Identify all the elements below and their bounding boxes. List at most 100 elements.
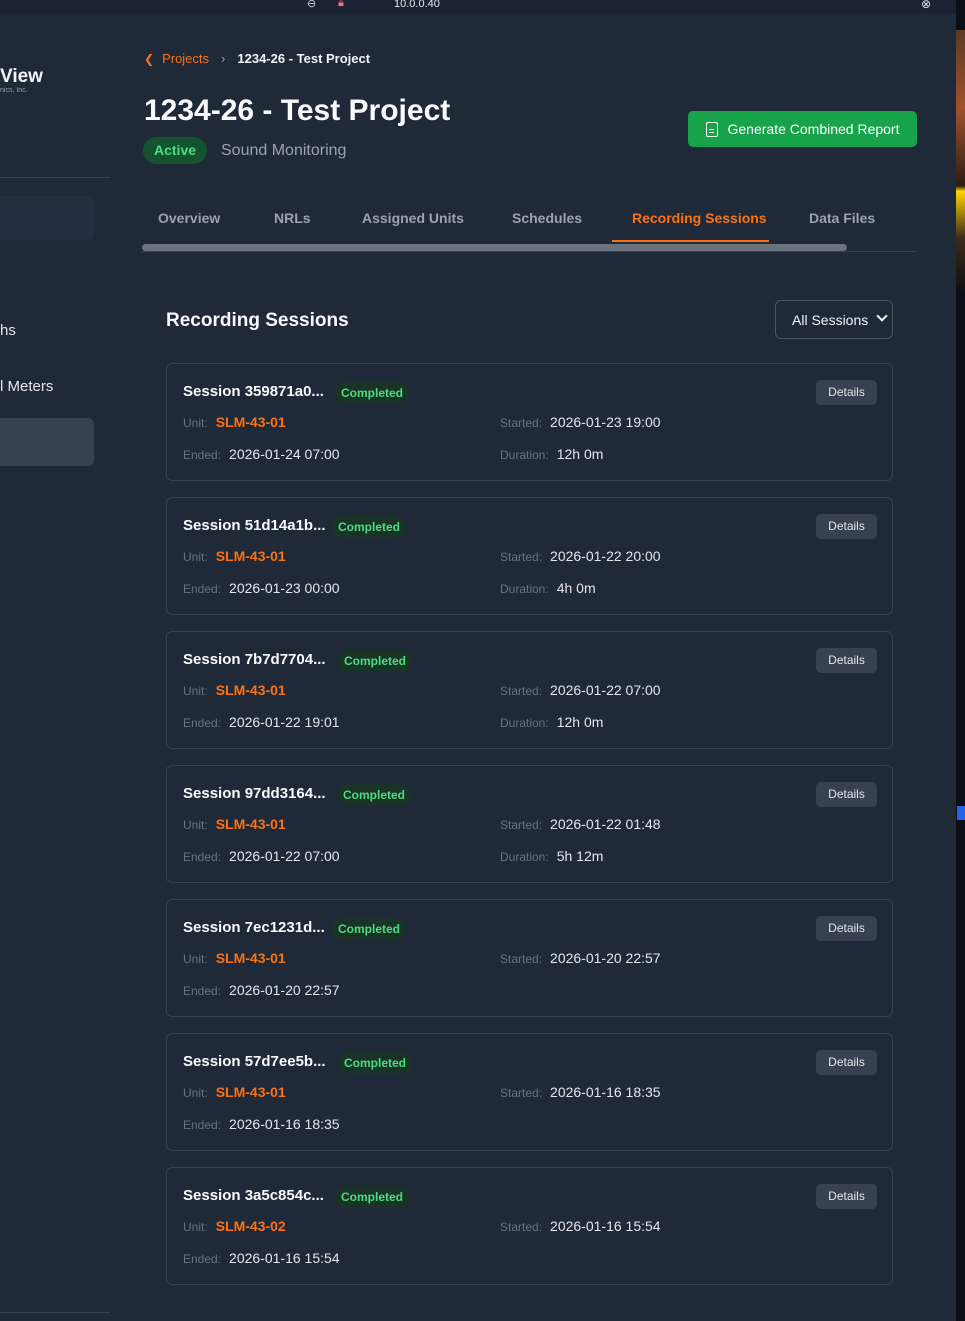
ended-label: Ended: [183,1252,222,1266]
section-title: Recording Sessions [166,310,349,331]
address-text[interactable]: 10.0.0.40 [394,0,440,10]
active-tab-indicator [612,240,769,242]
session-status-badge: Completed [335,1186,410,1208]
sidebar-item-sound-level-meters[interactable]: l Meters [0,378,53,395]
session-card: Session 97dd3164... Completed Details Un… [166,765,893,883]
session-status-badge: Completed [338,650,413,672]
started-value: 2026-01-22 20:00 [550,548,661,564]
brand-logo[interactable]: View [0,66,43,88]
session-title: Session 7b7d7704... [183,651,326,668]
tab-schedules[interactable]: Schedules [512,210,582,226]
unit-link[interactable]: SLM-43-01 [216,682,286,698]
duration-label: Duration: [500,716,549,730]
details-button[interactable]: Details [816,514,877,539]
duration-field: Duration: 12h 0m [500,714,603,730]
details-button[interactable]: Details [816,380,877,405]
main-content: ❮ Projects › 1234-26 - Test Project 1234… [110,14,956,1321]
session-status-badge: Completed [332,918,407,940]
started-value: 2026-01-23 19:00 [550,414,661,430]
session-title: Session 359871a0... [183,383,324,400]
breadcrumb-projects-link[interactable]: Projects [162,51,209,66]
details-button[interactable]: Details [816,648,877,673]
ended-value: 2026-01-20 22:57 [229,982,340,998]
unit-field: Unit: SLM-43-02 [183,1218,286,1234]
tab-nrls[interactable]: NRLs [274,210,311,226]
duration-field: Duration: 5h 12m [500,848,603,864]
started-label: Started: [500,1220,543,1234]
started-label: Started: [500,952,543,966]
ended-field: Ended: 2026-01-16 15:54 [183,1250,340,1266]
lock-icon[interactable]: 🔒︎ [338,0,344,10]
session-card: Session 7ec1231d... Completed Details Un… [166,899,893,1017]
unit-link[interactable]: SLM-43-01 [216,414,286,430]
details-button[interactable]: Details [816,1184,877,1209]
recording-sessions-panel: Recording Sessions All Sessions Session … [142,276,913,1308]
unit-link[interactable]: SLM-43-01 [216,816,286,832]
session-card: Session 7b7d7704... Completed Details Un… [166,631,893,749]
chevron-down-icon [876,310,888,322]
tab-assigned-units[interactable]: Assigned Units [362,210,464,226]
duration-field: Duration: 12h 0m [500,446,603,462]
session-title: Session 51d14a1b... [183,517,326,534]
ended-value: 2026-01-22 19:01 [229,714,340,730]
details-button[interactable]: Details [816,782,877,807]
session-card: Session 359871a0... Completed Details Un… [166,363,893,481]
details-button[interactable]: Details [816,1050,877,1075]
duration-field: Duration: 4h 0m [500,580,596,596]
ended-field: Ended: 2026-01-24 07:00 [183,446,340,462]
unit-field: Unit: SLM-43-01 [183,414,286,430]
page-title: 1234-26 - Test Project [144,94,451,127]
unit-link[interactable]: SLM-43-01 [216,548,286,564]
unit-link[interactable]: SLM-43-02 [216,1218,286,1234]
breadcrumb: ❮ Projects › 1234-26 - Test Project [144,51,370,66]
ended-value: 2026-01-23 00:00 [229,580,340,596]
chevron-right-icon: › [221,51,226,66]
started-field: Started: 2026-01-16 18:35 [500,1084,661,1100]
unit-link[interactable]: SLM-43-01 [216,1084,286,1100]
tabs-scrollbar[interactable] [142,244,847,251]
ended-label: Ended: [183,448,222,462]
unit-label: Unit: [183,416,208,430]
started-label: Started: [500,550,543,564]
details-button[interactable]: Details [816,916,877,941]
document-icon [705,121,718,137]
generate-combined-report-button[interactable]: Generate Combined Report [688,111,917,147]
brand-subtitle: nics, Inc. [0,87,28,94]
unit-field: Unit: SLM-43-01 [183,950,286,966]
sidebar-search[interactable] [0,196,94,240]
duration-label: Duration: [500,850,549,864]
close-icon[interactable]: ⊗ [921,0,931,11]
tab-overview[interactable]: Overview [158,210,220,226]
tab-recording-sessions[interactable]: Recording Sessions [632,210,767,226]
unit-label: Unit: [183,952,208,966]
started-value: 2026-01-22 01:48 [550,816,661,832]
sessions-filter-value: All Sessions [792,311,869,328]
started-field: Started: 2026-01-22 07:00 [500,682,661,698]
chevron-left-icon[interactable]: ❮ [144,52,154,66]
sidebar-item-graphs[interactable]: hs [0,322,16,339]
ended-field: Ended: 2026-01-22 07:00 [183,848,340,864]
duration-value: 5h 12m [556,848,604,864]
link-icon[interactable]: ⊖ [307,0,316,10]
unit-label: Unit: [183,550,208,564]
breadcrumb-current: 1234-26 - Test Project [237,51,371,66]
browser-top-strip: ⊖ 🔒︎ 10.0.0.40 ⊗ [0,0,958,14]
unit-link[interactable]: SLM-43-01 [216,950,286,966]
status-badge: Active [143,137,208,164]
ended-label: Ended: [183,984,222,998]
duration-label: Duration: [500,582,549,596]
started-label: Started: [500,684,543,698]
tab-data-files[interactable]: Data Files [809,210,875,226]
session-title: Session 7ec1231d... [183,919,325,936]
started-value: 2026-01-16 18:35 [550,1084,661,1100]
duration-value: 12h 0m [556,446,604,462]
session-card: Session 57d7ee5b... Completed Details Un… [166,1033,893,1151]
adjacent-window-marker [957,806,965,820]
ended-field: Ended: 2026-01-20 22:57 [183,982,340,998]
started-value: 2026-01-20 22:57 [550,950,661,966]
ended-value: 2026-01-22 07:00 [229,848,340,864]
started-field: Started: 2026-01-20 22:57 [500,950,661,966]
sidebar-item-active[interactable] [0,418,94,466]
sessions-filter-select[interactable]: All Sessions [775,300,893,339]
unit-field: Unit: SLM-43-01 [183,1084,286,1100]
